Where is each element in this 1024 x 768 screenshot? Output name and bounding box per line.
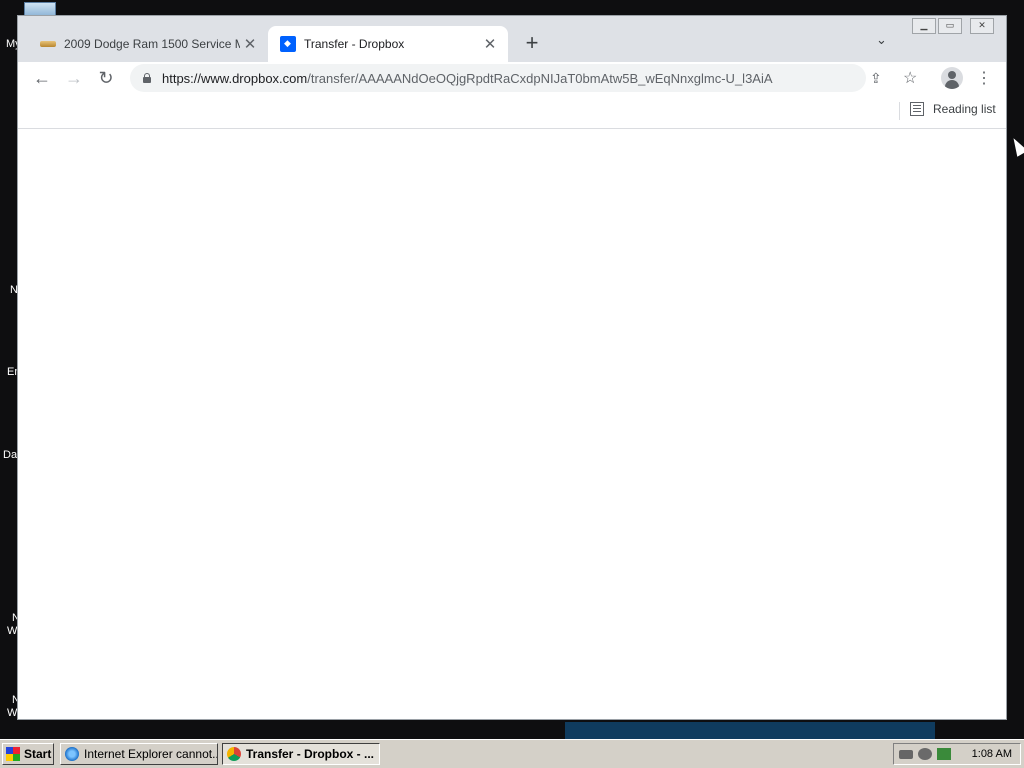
desktop-label: W — [7, 625, 18, 637]
keyboard-icon[interactable] — [899, 749, 913, 759]
windows-logo-icon — [6, 747, 20, 761]
url-path: /transfer/AAAAANdOeOQjgRpdtRaCxdpNIJaT0b… — [307, 70, 773, 86]
system-tray: 1:08 AM — [893, 743, 1021, 765]
maximize-button[interactable]: ▭ — [938, 18, 962, 34]
chevron-down-icon[interactable]: ⌄ — [876, 32, 887, 48]
reading-list-label: Reading list — [933, 102, 996, 116]
start-button[interactable]: Start — [2, 743, 54, 765]
share-icon[interactable]: ⇪ — [870, 70, 882, 87]
url-text[interactable]: https://www.dropbox.com/transfer/AAAAANd… — [162, 71, 773, 86]
browser-window: 2009 Dodge Ram 1500 Service Man ✕ Transf… — [17, 15, 1007, 720]
desktop-label: W — [7, 707, 18, 719]
address-bar[interactable]: https://www.dropbox.com/transfer/AAAAANd… — [130, 64, 866, 92]
clock[interactable]: 1:08 AM — [972, 748, 1012, 760]
close-icon[interactable]: ✕ — [480, 35, 500, 53]
tab-strip: 2009 Dodge Ram 1500 Service Man ✕ Transf… — [18, 16, 1006, 62]
chrome-icon — [227, 747, 241, 761]
close-icon[interactable]: ✕ — [240, 35, 260, 53]
taskbar-item-chrome[interactable]: Transfer - Dropbox - ... — [222, 743, 380, 765]
tab-service-manual[interactable]: 2009 Dodge Ram 1500 Service Man ✕ — [28, 26, 268, 62]
toolbar: ← → ↻ https://www.dropbox.com/transfer/A… — [18, 62, 1006, 94]
mouse-cursor-icon — [1008, 135, 1024, 157]
dropbox-icon — [280, 36, 296, 52]
arrow-right-icon[interactable]: → — [62, 66, 86, 90]
minimize-button[interactable]: ▁ — [912, 18, 936, 34]
reading-list-icon — [910, 102, 924, 116]
tab-title: Transfer - Dropbox — [304, 37, 405, 51]
internet-explorer-icon — [65, 747, 79, 761]
divider — [899, 102, 900, 120]
lock-icon[interactable] — [142, 73, 152, 83]
arrow-left-icon[interactable]: ← — [30, 66, 54, 90]
desktop-label: Da — [3, 449, 18, 461]
security-icon[interactable] — [918, 748, 932, 760]
tab-title: 2009 Dodge Ram 1500 Service Man — [64, 37, 240, 51]
reading-list-button[interactable]: Reading list — [910, 102, 996, 116]
reload-icon[interactable]: ↻ — [94, 66, 118, 90]
tab-dropbox-transfer[interactable]: Transfer - Dropbox ✕ — [268, 26, 508, 62]
network-icon[interactable] — [937, 748, 951, 760]
star-icon[interactable]: ☆ — [903, 68, 917, 88]
taskbar-item-label: Internet Explorer cannot... — [84, 747, 218, 761]
taskbar-item-label: Transfer - Dropbox - ... — [246, 747, 375, 761]
new-tab-button[interactable]: + — [518, 30, 546, 58]
bookmarks-bar: Reading list — [18, 94, 1006, 129]
desktop-wallpaper — [565, 722, 935, 740]
window-close-button[interactable]: ✕ — [970, 18, 994, 34]
taskbar: Start Internet Explorer cannot... Transf… — [0, 739, 1024, 768]
start-label: Start — [24, 747, 52, 761]
profile-icon[interactable] — [941, 67, 963, 89]
kebab-menu-icon[interactable]: ⋮ — [976, 68, 992, 88]
taskbar-item-ie[interactable]: Internet Explorer cannot... — [60, 743, 218, 765]
page-content[interactable] — [18, 129, 1006, 719]
url-host: https://www.dropbox.com — [162, 70, 308, 86]
tab-favicon — [40, 41, 56, 47]
